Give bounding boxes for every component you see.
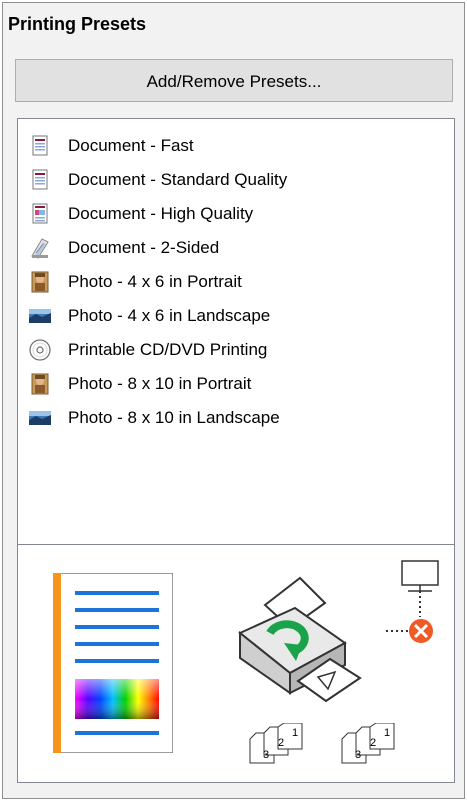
presets-list: Document - Fast Document - Standard Qual… bbox=[17, 118, 455, 545]
preset-item-label: Photo - 8 x 10 in Portrait bbox=[68, 374, 252, 393]
document-hq-icon bbox=[32, 203, 48, 224]
preset-item-label: Document - High Quality bbox=[68, 204, 254, 223]
preset-item-label: Photo - 4 x 6 in Portrait bbox=[68, 272, 242, 291]
document-2sided-icon bbox=[31, 238, 49, 259]
preset-item-document-fast[interactable]: Document - Fast bbox=[28, 131, 194, 161]
document-icon bbox=[32, 135, 48, 156]
photo-portrait-icon bbox=[31, 271, 49, 293]
collate-digit-2: 2 bbox=[278, 737, 285, 749]
photo-landscape-icon bbox=[29, 411, 51, 425]
collate-digit-3: 3 bbox=[355, 749, 362, 761]
preset-item-photo-4x6-portrait[interactable]: Photo - 4 x 6 in Portrait bbox=[28, 267, 242, 297]
network-error-icon bbox=[386, 560, 439, 643]
preset-item-label: Photo - 8 x 10 in Landscape bbox=[68, 408, 280, 427]
preset-item-label: Document - Standard Quality bbox=[68, 170, 288, 189]
page-preview-icon bbox=[53, 573, 173, 753]
preset-item-photo-8x10-landscape[interactable]: Photo - 8 x 10 in Landscape bbox=[28, 403, 280, 433]
collate-digit-2: 2 bbox=[370, 737, 377, 749]
photo-landscape-icon bbox=[29, 309, 51, 323]
preset-item-label: Printable CD/DVD Printing bbox=[68, 340, 268, 359]
collate-icon: 3 2 1 bbox=[340, 722, 400, 765]
add-remove-presets-button[interactable]: Add/Remove Presets... bbox=[15, 59, 453, 102]
preset-item-label: Document - 2-Sided bbox=[68, 238, 220, 257]
preset-item-photo-8x10-portrait[interactable]: Photo - 8 x 10 in Portrait bbox=[28, 369, 251, 399]
preset-item-label: Document - Fast bbox=[68, 136, 194, 155]
cd-dvd-icon bbox=[29, 339, 51, 361]
preset-item-label: Photo - 4 x 6 in Landscape bbox=[68, 306, 271, 325]
printer-icon bbox=[238, 576, 362, 703]
preset-item-document-high[interactable]: Document - High Quality bbox=[28, 199, 253, 229]
collate-digit-1: 1 bbox=[292, 727, 299, 739]
collate-digit-1: 1 bbox=[384, 727, 391, 739]
preview-area: 3 2 1 3 2 1 bbox=[17, 545, 455, 783]
preset-item-document-standard[interactable]: Document - Standard Quality bbox=[28, 165, 287, 195]
preset-item-document-2sided[interactable]: Document - 2-Sided bbox=[28, 233, 219, 263]
preset-item-photo-4x6-landscape[interactable]: Photo - 4 x 6 in Landscape bbox=[28, 301, 270, 331]
collate-digit-3: 3 bbox=[263, 749, 270, 761]
preset-item-cd-dvd[interactable]: Printable CD/DVD Printing bbox=[28, 335, 267, 365]
collate-icon: 3 2 1 bbox=[248, 722, 308, 765]
photo-portrait-icon bbox=[31, 373, 49, 395]
panel-title: Printing Presets bbox=[8, 14, 147, 34]
document-icon bbox=[32, 169, 48, 190]
